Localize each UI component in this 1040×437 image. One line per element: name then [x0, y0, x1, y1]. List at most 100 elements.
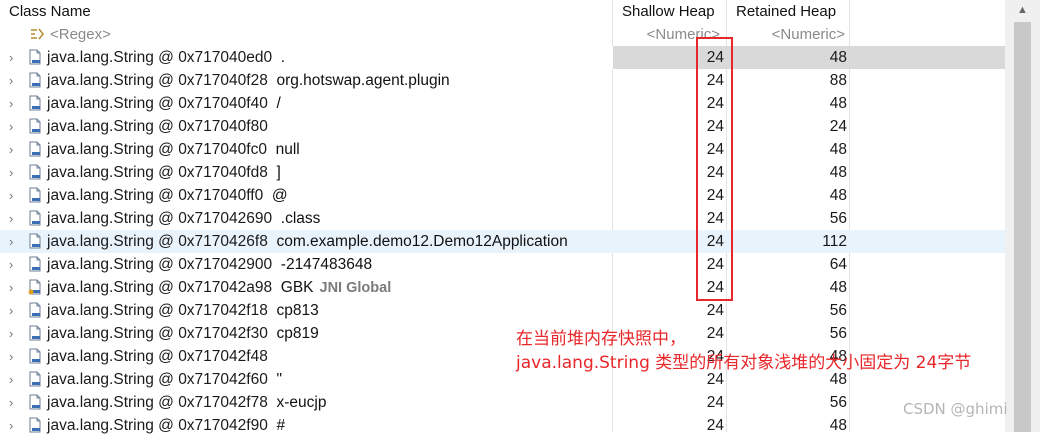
- object-address: java.lang.String @ 0x717040fd8: [47, 164, 268, 181]
- class-name-cell: › java.lang.String @ 0x717040f28 org.hots…: [0, 69, 613, 92]
- object-address: java.lang.String @ 0x717040ff0: [47, 187, 264, 204]
- string-value: cp813: [276, 302, 319, 319]
- annotation-line-1: 在当前堆内存快照中，: [516, 329, 686, 349]
- expand-chevron-icon[interactable]: ›: [9, 414, 13, 437]
- retained-heap-cell: 56: [829, 394, 847, 411]
- string-value: -2147483648: [280, 256, 373, 273]
- table-row[interactable]: › java.lang.String @ 0x717042690 .class 24…: [0, 207, 1005, 230]
- expand-chevron-icon[interactable]: ›: [9, 391, 13, 414]
- object-instance-icon: [29, 72, 41, 88]
- table-header: Class Name Shallow Heap Retained Heap: [0, 0, 1040, 23]
- class-name-cell: › java.lang.String @ 0x717042900 -2147483…: [0, 253, 613, 276]
- class-name-cell: › java.lang.String @ 0x717040f80: [0, 115, 613, 138]
- annotation-line-2: java.lang.String 类型的所有对象浅堆的大小固定为 24字节: [516, 353, 972, 373]
- shallow-heap-value: 24: [706, 302, 724, 319]
- string-value: com.example.demo12.Demo12Application: [276, 233, 568, 250]
- class-name-cell: › java.lang.String @ 0x717040fd8 ]: [0, 161, 613, 184]
- object-instance-icon: [29, 141, 41, 157]
- string-value: .class: [280, 210, 321, 227]
- retained-heap-filter-input[interactable]: <Numeric>: [727, 23, 845, 46]
- watermark: CSDN @ghimi: [903, 400, 1008, 418]
- object-address: java.lang.String @ 0x717040f28: [47, 72, 268, 89]
- table-row[interactable]: › java.lang.String @ 0x717042a98 GBK JNI G…: [0, 276, 1005, 299]
- string-value: #: [276, 417, 286, 434]
- object-address: java.lang.String @ 0x717042f18: [47, 302, 268, 319]
- shallow-heap-value: 24: [706, 394, 724, 411]
- object-address: java.lang.String @ 0x717042f30: [47, 325, 268, 342]
- class-name-cell: › java.lang.String @ 0x717042a98 GBK JNI G…: [0, 276, 613, 299]
- expand-chevron-icon[interactable]: ›: [9, 69, 13, 92]
- expand-chevron-icon[interactable]: ›: [9, 138, 13, 161]
- table-row[interactable]: › java.lang.String @ 0x717040fd8 ] 24 48: [0, 161, 1005, 184]
- heap-histogram-table: Class Name Shallow Heap Retained Heap <R…: [0, 0, 1040, 434]
- expand-chevron-icon[interactable]: ›: [9, 46, 13, 69]
- retained-heap-cell: 24: [829, 118, 847, 135]
- expand-chevron-icon[interactable]: ›: [9, 230, 13, 253]
- object-instance-icon: [29, 49, 41, 65]
- expand-chevron-icon[interactable]: ›: [9, 253, 13, 276]
- scrollbar-thumb[interactable]: [1014, 22, 1031, 432]
- retained-heap-cell: 48: [829, 164, 847, 181]
- object-instance-icon: [29, 348, 41, 364]
- object-instance-icon: [29, 256, 41, 272]
- expand-chevron-icon[interactable]: ›: [9, 322, 13, 345]
- column-header-retained-heap[interactable]: Retained Heap: [727, 0, 850, 23]
- regex-filter-input[interactable]: <Regex>: [50, 23, 111, 46]
- string-value: /: [276, 95, 281, 112]
- expand-chevron-icon[interactable]: ›: [9, 368, 13, 391]
- object-address: java.lang.String @ 0x717042690: [47, 210, 273, 227]
- filter-row: <Regex> <Numeric> <Numeric>: [0, 23, 1040, 46]
- object-instance-icon: [29, 95, 41, 111]
- retained-heap-cell: 112: [822, 233, 847, 250]
- expand-chevron-icon[interactable]: ›: [9, 92, 13, 115]
- table-row[interactable]: › java.lang.String @ 0x717042f78 x-eucjp 2…: [0, 391, 1005, 414]
- object-instance-icon: [29, 187, 41, 203]
- table-row[interactable]: › java.lang.String @ 0x717042f18 cp813 24 5…: [0, 299, 1005, 322]
- table-row[interactable]: › java.lang.String @ 0x717042900 -2147483…: [0, 253, 1005, 276]
- expand-chevron-icon[interactable]: ›: [9, 299, 13, 322]
- retained-heap-cell: 88: [829, 72, 847, 89]
- shallow-heap-highlight-box: [696, 37, 733, 301]
- class-name-cell: › java.lang.String @ 0x717042f18 cp813: [0, 299, 613, 322]
- scroll-up-arrow-icon[interactable]: ▲: [1017, 4, 1028, 16]
- table-row[interactable]: › java.lang.String @ 0x717040f80 24 24: [0, 115, 1005, 138]
- column-header-shallow-heap[interactable]: Shallow Heap: [613, 0, 724, 23]
- retained-heap-cell: 56: [829, 210, 847, 227]
- class-name-cell: › java.lang.String @ 0x717042f90 #: [0, 414, 613, 437]
- object-address: java.lang.String @ 0x717042f60: [47, 371, 268, 388]
- annotation-text: 在当前堆内存快照中， java.lang.String 类型的所有对象浅堆的大小…: [516, 327, 1016, 375]
- table-row[interactable]: › java.lang.String @ 0x717040fc0 null 24 48: [0, 138, 1005, 161]
- string-value: @: [271, 187, 288, 204]
- table-row[interactable]: › java.lang.String @ 0x717040ed0 . 24 48: [0, 46, 1005, 69]
- table-row[interactable]: › java.lang.String @ 0x717040f28 org.hots…: [0, 69, 1005, 92]
- table-row[interactable]: › java.lang.String @ 0x717040ff0 @24 48: [0, 184, 1005, 207]
- object-address: java.lang.String @ 0x7170426f8: [47, 233, 268, 250]
- retained-heap-cell: 48: [829, 49, 847, 66]
- retained-heap-cell: 64: [829, 256, 847, 273]
- object-instance-icon: [29, 302, 41, 318]
- expand-chevron-icon[interactable]: ›: [9, 184, 13, 207]
- object-address: java.lang.String @ 0x717042900: [47, 256, 273, 273]
- object-instance-icon: [29, 325, 41, 341]
- object-address: java.lang.String @ 0x717042f48: [47, 348, 268, 365]
- table-row[interactable]: › java.lang.String @ 0x7170426f8 com.exam…: [0, 230, 1005, 253]
- column-header-class-name[interactable]: Class Name: [9, 0, 91, 23]
- expand-chevron-icon[interactable]: ›: [9, 207, 13, 230]
- string-value: ]: [276, 164, 281, 181]
- class-name-cell: › java.lang.String @ 0x717040ff0 @: [0, 184, 613, 207]
- gc-root-object-icon: [28, 279, 41, 295]
- object-instance-icon: [29, 233, 41, 249]
- expand-chevron-icon[interactable]: ›: [9, 345, 13, 368]
- table-row[interactable]: › java.lang.String @ 0x717040f40 /24 48: [0, 92, 1005, 115]
- object-address: java.lang.String @ 0x717040f40: [47, 95, 268, 112]
- string-value: ": [276, 371, 282, 388]
- table-row[interactable]: › java.lang.String @ 0x717042f90 #24 48: [0, 414, 1005, 437]
- table-body: › java.lang.String @ 0x717040ed0 . 24 48 › ja…: [0, 46, 1040, 437]
- class-name-cell: › java.lang.String @ 0x717040f40 /: [0, 92, 613, 115]
- expand-chevron-icon[interactable]: ›: [9, 115, 13, 138]
- gc-root-tag: JNI Global: [319, 280, 392, 296]
- expand-chevron-icon[interactable]: ›: [9, 276, 13, 299]
- object-instance-icon: [29, 164, 41, 180]
- object-instance-icon: [29, 394, 41, 410]
- expand-chevron-icon[interactable]: ›: [9, 161, 13, 184]
